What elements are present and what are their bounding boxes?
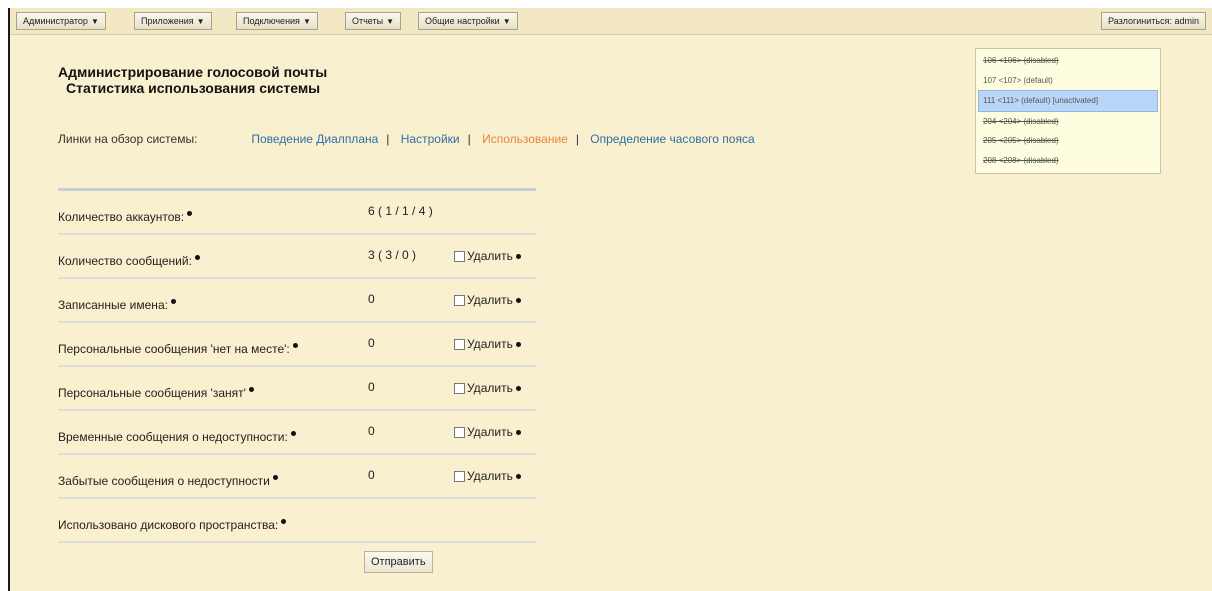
- info-dot-icon[interactable]: [281, 519, 287, 524]
- delete-control: Удалить: [454, 425, 521, 439]
- stat-row-disk-usage: Использовано дискового пространства:: [58, 499, 536, 543]
- delete-label: Удалить: [467, 249, 513, 263]
- overview-links: Линки на обзор системы: Поведение Диалпл…: [58, 132, 755, 146]
- stat-row-accounts: Количество аккаунтов: 6 ( 1 / 1 / 4 ): [58, 191, 536, 235]
- info-dot-icon[interactable]: [194, 255, 200, 260]
- delete-control: Удалить: [454, 293, 521, 307]
- mailbox-option[interactable]: 208 <208> (disabled): [976, 151, 1160, 171]
- stat-label: Забытые сообщения о недоступности: [58, 474, 278, 488]
- mailbox-option[interactable]: 106 <106> (disabled): [976, 51, 1160, 71]
- stat-value: 0: [368, 336, 375, 350]
- stat-row-abandoned-greetings: Забытые сообщения о недоступности 0 Удал…: [58, 455, 536, 499]
- stat-value: 0: [368, 380, 375, 394]
- info-dot-icon[interactable]: [248, 387, 254, 392]
- page-title-block: Администрирование голосовой почты Статис…: [58, 64, 327, 96]
- top-menu-bar: Администратор ▼ Приложения ▼ Подключения ▼ …: [10, 8, 1212, 35]
- mailbox-option[interactable]: 107 <107> (default): [976, 71, 1160, 91]
- mailbox-option-selected[interactable]: 111 <111> (default) [unactivated]: [978, 90, 1158, 112]
- overview-links-label: Линки на обзор системы:: [58, 132, 198, 146]
- link-settings[interactable]: Настройки: [401, 132, 460, 146]
- submit-button[interactable]: Отправить: [364, 551, 433, 573]
- mailbox-option[interactable]: 204 <204> (disabled): [976, 112, 1160, 132]
- stat-value: 0: [368, 424, 375, 438]
- menu-reports[interactable]: Отчеты ▼: [345, 12, 402, 30]
- menu-applications[interactable]: Приложения ▼: [134, 12, 212, 30]
- logout-button[interactable]: Разлогиниться: admin: [1101, 12, 1206, 30]
- delete-checkbox[interactable]: [454, 294, 465, 306]
- delete-control: Удалить: [454, 381, 521, 395]
- stat-label: Количество сообщений:: [58, 254, 200, 268]
- link-timezone[interactable]: Определение часового пояса: [590, 132, 754, 146]
- page-title: Администрирование голосовой почты: [58, 64, 328, 80]
- info-dot-icon[interactable]: [515, 473, 521, 479]
- info-dot-icon[interactable]: [272, 475, 278, 480]
- delete-label: Удалить: [467, 337, 513, 351]
- chevron-down-icon: ▼: [196, 17, 205, 26]
- stat-label: Персональные сообщения 'нет на месте':: [58, 342, 298, 356]
- menu-general-settings[interactable]: Общие настройки ▼: [418, 12, 518, 30]
- stat-row-temp-greetings: Временные сообщения о недоступности: 0 У…: [58, 411, 536, 455]
- page-frame: Администратор ▼ Приложения ▼ Подключения ▼ …: [8, 8, 1212, 591]
- info-dot-icon[interactable]: [170, 299, 176, 304]
- menu-admin[interactable]: Администратор ▼: [16, 12, 106, 30]
- delete-label: Удалить: [467, 293, 513, 307]
- link-dialplan-behavior[interactable]: Поведение Диалплана: [251, 132, 378, 146]
- delete-checkbox[interactable]: [454, 250, 465, 262]
- info-dot-icon[interactable]: [515, 429, 521, 435]
- menu-connections[interactable]: Подключения ▼: [236, 12, 318, 30]
- stat-row-unavail-greetings: Персональные сообщения 'нет на месте': 0…: [58, 323, 536, 367]
- delete-label: Удалить: [467, 381, 513, 395]
- link-separator: |: [386, 132, 390, 146]
- info-dot-icon[interactable]: [515, 253, 521, 259]
- delete-checkbox[interactable]: [454, 470, 465, 482]
- chevron-down-icon: ▼: [386, 17, 395, 26]
- delete-control: Удалить: [454, 337, 521, 351]
- stat-label: Количество аккаунтов:: [58, 210, 193, 224]
- stat-row-recorded-names: Записанные имена: 0 Удалить: [58, 279, 536, 323]
- info-dot-icon[interactable]: [515, 341, 521, 347]
- stat-label: Использовано дискового пространства:: [58, 518, 287, 532]
- stat-row-busy-greetings: Персональные сообщения 'занят' 0 Удалить: [58, 367, 536, 411]
- info-dot-icon[interactable]: [290, 431, 296, 436]
- info-dot-icon[interactable]: [515, 297, 521, 303]
- info-dot-icon[interactable]: [187, 211, 193, 216]
- stat-label: Записанные имена:: [58, 298, 176, 312]
- delete-control: Удалить: [454, 249, 521, 263]
- stat-value: 6 ( 1 / 1 / 4 ): [368, 204, 433, 218]
- stat-value: 0: [368, 468, 375, 482]
- delete-label: Удалить: [467, 469, 513, 483]
- mailbox-list[interactable]: 106 <106> (disabled) 107 <107> (default)…: [975, 48, 1161, 174]
- delete-checkbox[interactable]: [454, 426, 465, 438]
- chevron-down-icon: ▼: [90, 17, 99, 26]
- stat-label: Временные сообщения о недоступности:: [58, 430, 296, 444]
- chevron-down-icon: ▼: [302, 17, 311, 26]
- delete-control: Удалить: [454, 469, 521, 483]
- link-usage[interactable]: Использование: [482, 132, 568, 146]
- chevron-down-icon: ▼: [502, 17, 511, 26]
- delete-checkbox[interactable]: [454, 382, 465, 394]
- stat-row-messages: Количество сообщений: 3 ( 3 / 0 ) Удалит…: [58, 235, 536, 279]
- stat-value: 3 ( 3 / 0 ): [368, 248, 417, 262]
- link-separator: |: [575, 132, 579, 146]
- stat-label: Персональные сообщения 'занят': [58, 386, 254, 400]
- info-dot-icon[interactable]: [292, 343, 298, 348]
- mailbox-option[interactable]: 205 <205> (disabled): [976, 131, 1160, 151]
- usage-stats-table: Количество аккаунтов: 6 ( 1 / 1 / 4 ) Ко…: [58, 188, 536, 543]
- delete-checkbox[interactable]: [454, 338, 465, 350]
- info-dot-icon[interactable]: [515, 385, 521, 391]
- delete-label: Удалить: [467, 425, 513, 439]
- stat-value: 0: [368, 292, 375, 306]
- link-separator: |: [467, 132, 471, 146]
- page-subtitle: Статистика использования системы: [66, 80, 321, 96]
